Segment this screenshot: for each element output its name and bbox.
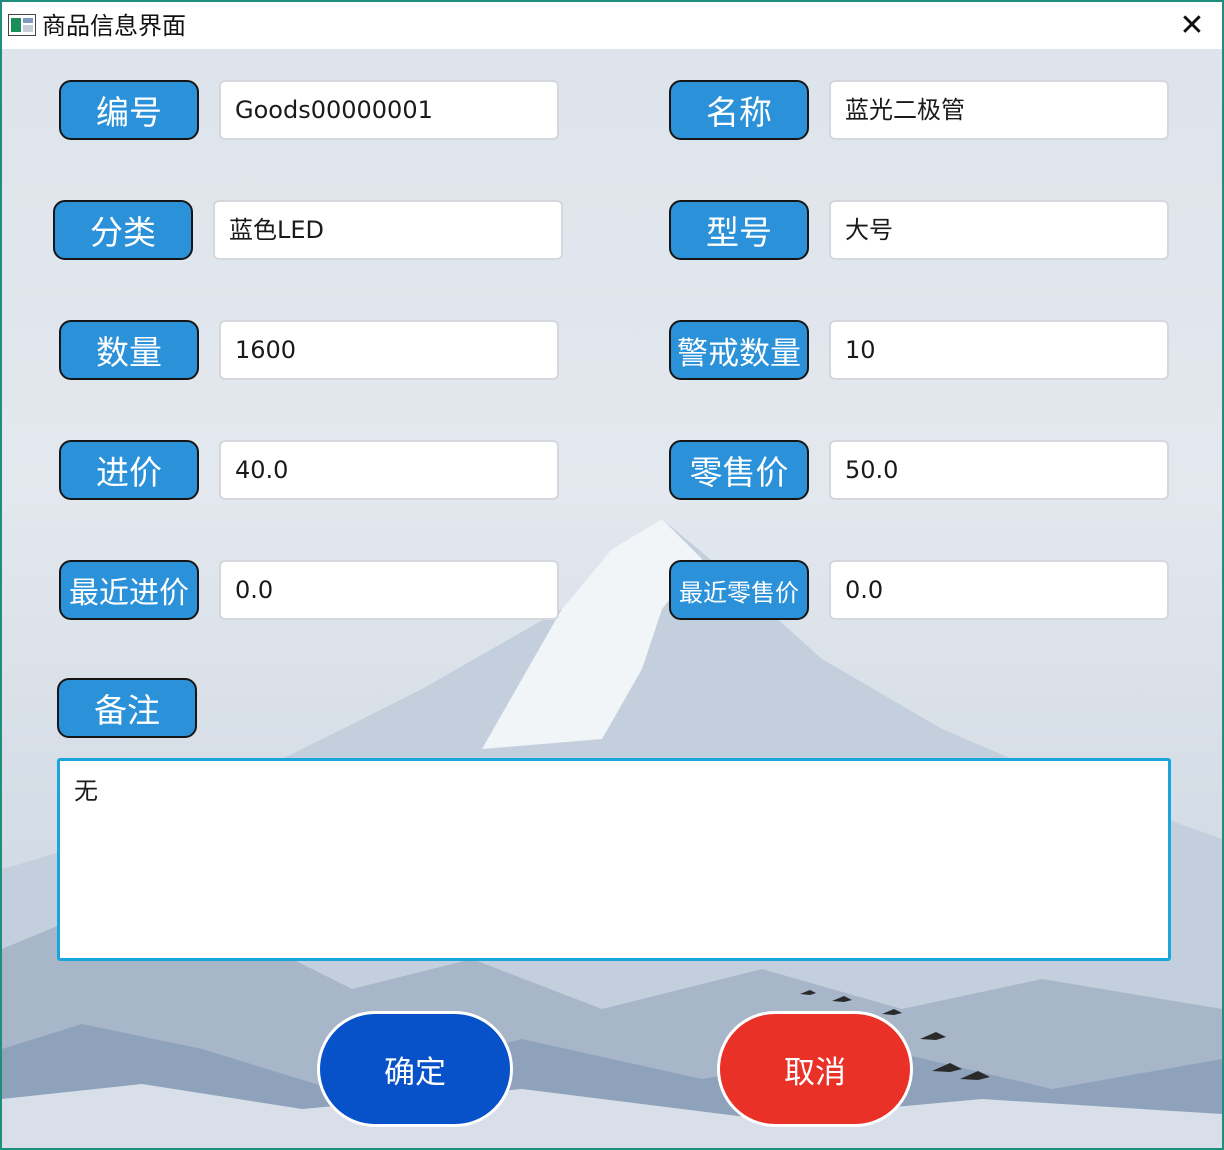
retail-price-label: 零售价 xyxy=(669,440,809,500)
goods-info-window: 商品信息界面 ✕ 编号 Goods00000001 名称 蓝光二极管 分类 蓝色… xyxy=(0,0,1224,1150)
confirm-button[interactable]: 确定 xyxy=(317,1011,513,1127)
category-label: 分类 xyxy=(53,200,193,260)
id-label: 编号 xyxy=(59,80,199,140)
quantity-field[interactable]: 1600 xyxy=(219,320,559,380)
purchase-price-label: 进价 xyxy=(59,440,199,500)
alert-quantity-field[interactable]: 10 xyxy=(829,320,1169,380)
quantity-label: 数量 xyxy=(59,320,199,380)
close-icon[interactable]: ✕ xyxy=(1172,8,1212,44)
model-field[interactable]: 大号 xyxy=(829,200,1169,260)
recent-retail-price-field[interactable]: 0.0 xyxy=(829,560,1169,620)
recent-purchase-price-field[interactable]: 0.0 xyxy=(219,560,559,620)
notes-label: 备注 xyxy=(57,678,197,738)
cancel-button[interactable]: 取消 xyxy=(717,1011,913,1127)
notes-textarea[interactable]: 无 xyxy=(57,758,1171,961)
model-label: 型号 xyxy=(669,200,809,260)
window-title: 商品信息界面 xyxy=(42,12,186,40)
id-field[interactable]: Goods00000001 xyxy=(219,80,559,140)
recent-retail-price-label: 最近零售价 xyxy=(669,560,809,620)
title-bar: 商品信息界面 ✕ xyxy=(2,2,1222,49)
alert-quantity-label: 警戒数量 xyxy=(669,320,809,380)
purchase-price-field[interactable]: 40.0 xyxy=(219,440,559,500)
retail-price-field[interactable]: 50.0 xyxy=(829,440,1169,500)
name-label: 名称 xyxy=(669,80,809,140)
recent-purchase-price-label: 最近进价 xyxy=(59,560,199,620)
category-field[interactable]: 蓝色LED xyxy=(213,200,563,260)
app-window-icon xyxy=(8,14,36,36)
form-area: 编号 Goods00000001 名称 蓝光二极管 分类 蓝色LED 型号 大号… xyxy=(2,49,1222,1148)
name-field[interactable]: 蓝光二极管 xyxy=(829,80,1169,140)
